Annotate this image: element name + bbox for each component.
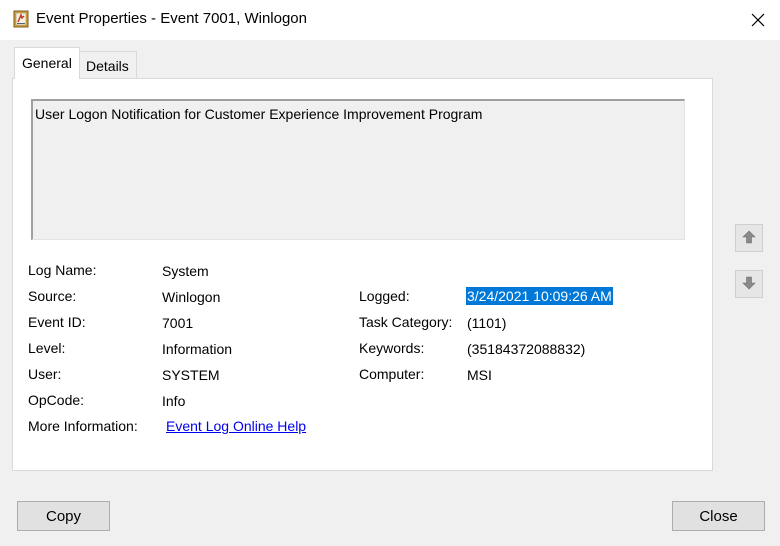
general-tab-panel: User Logon Notification for Customer Exp… [12,78,713,471]
event-viewer-icon [12,10,30,28]
tab-details[interactable]: Details [78,51,137,79]
next-event-button[interactable] [735,270,763,298]
source-value: Winlogon [162,289,221,305]
level-value: Information [162,341,233,357]
keywords-label: Keywords: [359,340,425,356]
log-name-value: System [162,263,209,279]
source-label: Source: [28,288,77,304]
close-button[interactable]: Close [672,501,765,531]
log-name-label: Log Name: [28,262,97,278]
opcode-label: OpCode: [28,392,85,408]
copy-button[interactable]: Copy [17,501,110,531]
arrow-down-icon [741,275,757,294]
keywords-value: (35184372088832) [467,341,586,357]
task-category-value: (1101) [467,315,507,331]
previous-event-button[interactable] [735,224,763,252]
event-description-text: User Logon Notification for Customer Exp… [35,106,483,122]
opcode-value: Info [162,393,186,409]
title-bar[interactable]: Event Properties - Event 7001, Winlogon [0,0,780,40]
computer-label: Computer: [359,366,425,382]
task-category-label: Task Category: [359,314,453,330]
user-label: User: [28,366,62,382]
logged-label: Logged: [359,288,410,304]
tab-general[interactable]: General [14,47,80,79]
computer-value: MSI [467,367,492,383]
event-description-box[interactable]: User Logon Notification for Customer Exp… [31,99,685,240]
more-information-label: More Information: [28,418,138,434]
level-label: Level: [28,340,66,356]
logged-value[interactable]: 3/24/2021 10:09:26 AM [466,287,613,305]
event-id-label: Event ID: [28,314,86,330]
event-log-online-help-link[interactable]: Event Log Online Help [166,418,306,434]
event-properties-window: Event Properties - Event 7001, Winlogon … [0,0,780,546]
arrow-up-icon [741,229,757,248]
close-icon[interactable] [736,0,780,40]
event-id-value: 7001 [162,315,194,331]
window-title: Event Properties - Event 7001, Winlogon [36,10,307,27]
user-value: SYSTEM [162,367,220,383]
